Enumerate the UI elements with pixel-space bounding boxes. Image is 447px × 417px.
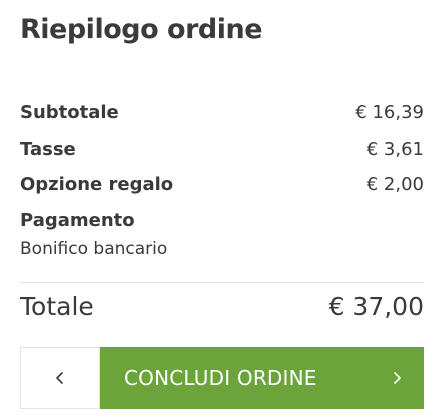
chevron-left-icon	[56, 372, 63, 384]
checkout-actions: CONCLUDI ORDINE	[20, 347, 424, 409]
back-button[interactable]	[20, 347, 100, 409]
confirm-order-label: CONCLUDI ORDINE	[124, 366, 317, 390]
payment-method: Bonifico bancario	[20, 239, 168, 259]
confirm-order-button[interactable]: CONCLUDI ORDINE	[100, 347, 424, 409]
tax-label: Tasse	[20, 139, 76, 160]
tax-value: € 3,61	[366, 139, 424, 160]
total-row: Totale € 37,00	[20, 292, 424, 321]
gift-option-label: Opzione regalo	[20, 174, 174, 195]
gift-option-value: € 2,00	[366, 174, 424, 195]
total-label: Totale	[20, 292, 94, 321]
total-value: € 37,00	[328, 292, 424, 321]
tax-row: Tasse € 3,61	[20, 139, 424, 160]
subtotal-label: Subtotale	[20, 102, 119, 123]
page-title: Riepilogo ordine	[20, 14, 263, 45]
payment-label: Pagamento	[20, 210, 135, 231]
subtotal-value: € 16,39	[355, 102, 424, 123]
chevron-right-icon	[394, 372, 401, 384]
gift-option-row: Opzione regalo € 2,00	[20, 174, 424, 195]
divider	[20, 282, 424, 283]
order-summary: Riepilogo ordine Subtotale € 16,39 Tasse…	[0, 0, 447, 417]
subtotal-row: Subtotale € 16,39	[20, 102, 424, 123]
